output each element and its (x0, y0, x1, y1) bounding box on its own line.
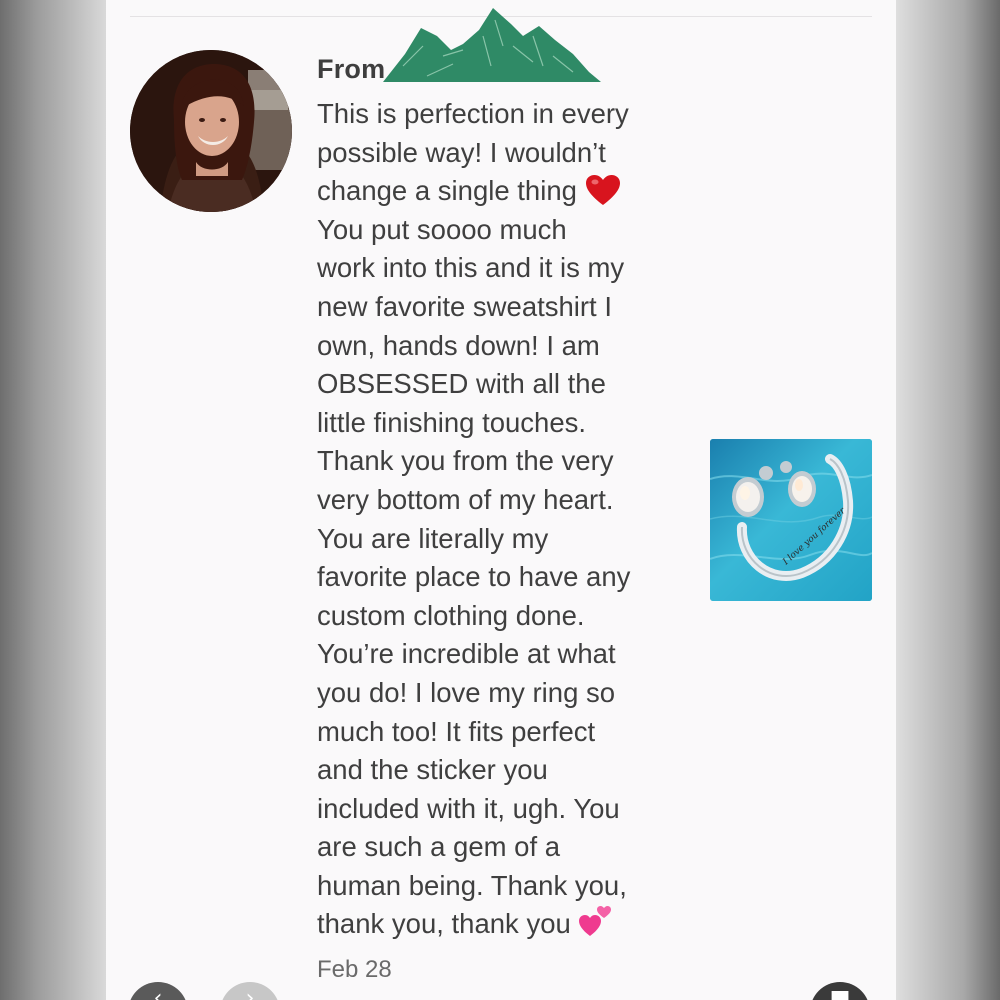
message-line: little finishing touches. (317, 406, 587, 438)
two-hearts-icon (579, 906, 612, 937)
message-line: included with it, ugh. You (317, 792, 620, 824)
message-line: very bottom of my heart. (317, 483, 614, 515)
message-line: and the sticker you (317, 754, 548, 786)
message-line: This is perfection in every (317, 98, 629, 129)
review-card: From This is perfection in every possibl… (106, 0, 896, 1000)
message-line: work into this and it is my (317, 252, 625, 284)
message-line: OBSESSED with all the (317, 368, 606, 400)
blurred-background-left (0, 0, 106, 1000)
square-icon: ■ (829, 986, 851, 1000)
message-line: You are literally my (317, 522, 549, 554)
message-line-with-emoji: change a single thing (317, 172, 689, 211)
attached-photo-ring[interactable]: I love you forever (710, 439, 872, 601)
message-line: custom clothing done. (317, 599, 585, 631)
message-line: much too! It fits perfect (317, 715, 596, 747)
sender-name-redaction (383, 8, 601, 82)
avatar[interactable] (130, 50, 292, 212)
next-button[interactable]: › (220, 982, 280, 1000)
message-line-with-emoji: thank you, thank you (317, 905, 689, 944)
chevron-left-icon: ‹ (153, 986, 163, 1000)
message-line-text: change a single thing (317, 175, 577, 207)
message-line: you do! I love my ring so (317, 676, 616, 708)
message-line: are such a gem of a (317, 831, 561, 863)
previous-button[interactable]: ‹ (128, 982, 188, 1000)
from-label: From (317, 54, 386, 84)
message-line: You’re incredible at what (317, 638, 616, 670)
blurred-background-right (896, 0, 1000, 1000)
message-line: human being. Thank you, (317, 869, 627, 901)
avatar-photo (130, 50, 292, 212)
sender-row: From (317, 6, 637, 86)
message-line: You put soooo much (317, 213, 567, 245)
ring-photo: I love you forever (710, 439, 872, 601)
review-message: This is perfection in every possible way… (317, 95, 689, 944)
red-heart-icon (585, 175, 620, 206)
message-line-text: thank you, thank you (317, 908, 571, 940)
message-line: possible way! I wouldn’t (317, 136, 606, 168)
message-line: Thank you from the very (317, 445, 614, 477)
message-line: own, hands down! I am (317, 329, 600, 361)
message-line: favorite place to have any (317, 561, 631, 593)
review-date: Feb 28 (317, 956, 392, 983)
message-line: new favorite sweatshirt I (317, 290, 612, 322)
action-button[interactable]: ■ (810, 982, 870, 1000)
chevron-right-icon: › (245, 986, 255, 1000)
